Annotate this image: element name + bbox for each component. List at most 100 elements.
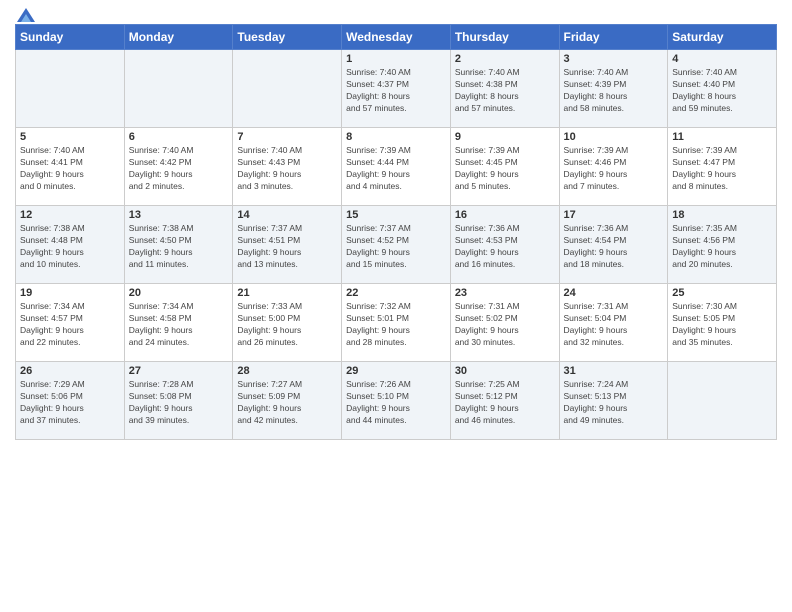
calendar-cell: 3 Sunrise: 7:40 AM Sunset: 4:39 PM Daylig… — [559, 50, 668, 128]
logo-icon — [17, 8, 35, 22]
day-info: Sunrise: 7:39 AM Sunset: 4:46 PM Dayligh… — [564, 145, 664, 193]
day-info: Sunrise: 7:30 AM Sunset: 5:05 PM Dayligh… — [672, 301, 772, 349]
day-info: Sunrise: 7:31 AM Sunset: 5:04 PM Dayligh… — [564, 301, 664, 349]
calendar-header-monday: Monday — [124, 25, 233, 50]
header — [15, 10, 777, 18]
day-info: Sunrise: 7:28 AM Sunset: 5:08 PM Dayligh… — [129, 379, 229, 427]
calendar-header-row: SundayMondayTuesdayWednesdayThursdayFrid… — [16, 25, 777, 50]
day-number: 5 — [20, 131, 120, 143]
calendar-cell: 21 Sunrise: 7:33 AM Sunset: 5:00 PM Dayli… — [233, 284, 342, 362]
day-info: Sunrise: 7:40 AM Sunset: 4:40 PM Dayligh… — [672, 67, 772, 115]
day-info: Sunrise: 7:25 AM Sunset: 5:12 PM Dayligh… — [455, 379, 555, 427]
day-number: 21 — [237, 287, 337, 299]
calendar-cell: 12 Sunrise: 7:38 AM Sunset: 4:48 PM Dayli… — [16, 206, 125, 284]
calendar-cell: 13 Sunrise: 7:38 AM Sunset: 4:50 PM Dayli… — [124, 206, 233, 284]
day-number: 16 — [455, 209, 555, 221]
day-number: 20 — [129, 287, 229, 299]
day-info: Sunrise: 7:40 AM Sunset: 4:41 PM Dayligh… — [20, 145, 120, 193]
day-info: Sunrise: 7:34 AM Sunset: 4:58 PM Dayligh… — [129, 301, 229, 349]
day-info: Sunrise: 7:39 AM Sunset: 4:47 PM Dayligh… — [672, 145, 772, 193]
calendar-cell: 28 Sunrise: 7:27 AM Sunset: 5:09 PM Dayli… — [233, 362, 342, 440]
day-number: 3 — [564, 53, 664, 65]
calendar-cell: 9 Sunrise: 7:39 AM Sunset: 4:45 PM Daylig… — [450, 128, 559, 206]
logo — [15, 10, 35, 18]
day-number: 2 — [455, 53, 555, 65]
day-number: 26 — [20, 365, 120, 377]
day-number: 30 — [455, 365, 555, 377]
calendar-week-5: 26 Sunrise: 7:29 AM Sunset: 5:06 PM Dayli… — [16, 362, 777, 440]
day-info: Sunrise: 7:37 AM Sunset: 4:52 PM Dayligh… — [346, 223, 446, 271]
calendar-cell: 23Sunrise: 7:31 AM Sunset: 5:02 PM Dayli… — [450, 284, 559, 362]
calendar-cell: 2Sunrise: 7:40 AM Sunset: 4:38 PM Daylig… — [450, 50, 559, 128]
day-number: 28 — [237, 365, 337, 377]
day-number: 1 — [346, 53, 446, 65]
day-number: 12 — [20, 209, 120, 221]
calendar-header-friday: Friday — [559, 25, 668, 50]
day-number: 11 — [672, 131, 772, 143]
calendar-week-3: 12 Sunrise: 7:38 AM Sunset: 4:48 PM Dayli… — [16, 206, 777, 284]
calendar-cell: 11 Sunrise: 7:39 AM Sunset: 4:47 PM Dayli… — [668, 128, 777, 206]
calendar-cell: 24 Sunrise: 7:31 AM Sunset: 5:04 PM Dayli… — [559, 284, 668, 362]
day-number: 23 — [455, 287, 555, 299]
calendar-cell: 4 Sunrise: 7:40 AM Sunset: 4:40 PM Daylig… — [668, 50, 777, 128]
day-info: Sunrise: 7:39 AM Sunset: 4:44 PM Dayligh… — [346, 145, 446, 193]
calendar-cell: 20 Sunrise: 7:34 AM Sunset: 4:58 PM Dayli… — [124, 284, 233, 362]
calendar-cell: 27 Sunrise: 7:28 AM Sunset: 5:08 PM Dayli… — [124, 362, 233, 440]
day-info: Sunrise: 7:36 AM Sunset: 4:53 PM Dayligh… — [455, 223, 555, 271]
calendar-cell: 19Sunrise: 7:34 AM Sunset: 4:57 PM Dayli… — [16, 284, 125, 362]
day-number: 27 — [129, 365, 229, 377]
day-info: Sunrise: 7:29 AM Sunset: 5:06 PM Dayligh… — [20, 379, 120, 427]
calendar-cell: 16 Sunrise: 7:36 AM Sunset: 4:53 PM Dayli… — [450, 206, 559, 284]
day-info: Sunrise: 7:24 AM Sunset: 5:13 PM Dayligh… — [564, 379, 664, 427]
day-info: Sunrise: 7:35 AM Sunset: 4:56 PM Dayligh… — [672, 223, 772, 271]
calendar-header-thursday: Thursday — [450, 25, 559, 50]
day-info: Sunrise: 7:40 AM Sunset: 4:43 PM Dayligh… — [237, 145, 337, 193]
day-info: Sunrise: 7:40 AM Sunset: 4:39 PM Dayligh… — [564, 67, 664, 115]
day-number: 8 — [346, 131, 446, 143]
calendar-week-2: 5 Sunrise: 7:40 AM Sunset: 4:41 PM Daylig… — [16, 128, 777, 206]
day-info: Sunrise: 7:33 AM Sunset: 5:00 PM Dayligh… — [237, 301, 337, 349]
day-info: Sunrise: 7:40 AM Sunset: 4:37 PM Dayligh… — [346, 67, 446, 115]
day-info: Sunrise: 7:34 AM Sunset: 4:57 PM Dayligh… — [20, 301, 120, 349]
day-number: 15 — [346, 209, 446, 221]
day-info: Sunrise: 7:37 AM Sunset: 4:51 PM Dayligh… — [237, 223, 337, 271]
day-info: Sunrise: 7:36 AM Sunset: 4:54 PM Dayligh… — [564, 223, 664, 271]
day-number: 17 — [564, 209, 664, 221]
day-number: 10 — [564, 131, 664, 143]
day-info: Sunrise: 7:32 AM Sunset: 5:01 PM Dayligh… — [346, 301, 446, 349]
day-info: Sunrise: 7:38 AM Sunset: 4:50 PM Dayligh… — [129, 223, 229, 271]
day-number: 31 — [564, 365, 664, 377]
calendar-cell: 17 Sunrise: 7:36 AM Sunset: 4:54 PM Dayli… — [559, 206, 668, 284]
day-info: Sunrise: 7:38 AM Sunset: 4:48 PM Dayligh… — [20, 223, 120, 271]
calendar-header-tuesday: Tuesday — [233, 25, 342, 50]
calendar-cell: 26 Sunrise: 7:29 AM Sunset: 5:06 PM Dayli… — [16, 362, 125, 440]
calendar-cell — [233, 50, 342, 128]
calendar-cell: 30 Sunrise: 7:25 AM Sunset: 5:12 PM Dayli… — [450, 362, 559, 440]
calendar-cell — [16, 50, 125, 128]
calendar-cell: 8 Sunrise: 7:39 AM Sunset: 4:44 PM Daylig… — [342, 128, 451, 206]
calendar-cell: 25 Sunrise: 7:30 AM Sunset: 5:05 PM Dayli… — [668, 284, 777, 362]
calendar-cell: 1 Sunrise: 7:40 AM Sunset: 4:37 PM Daylig… — [342, 50, 451, 128]
calendar-week-4: 19Sunrise: 7:34 AM Sunset: 4:57 PM Dayli… — [16, 284, 777, 362]
calendar-cell: 10 Sunrise: 7:39 AM Sunset: 4:46 PM Dayli… — [559, 128, 668, 206]
day-number: 14 — [237, 209, 337, 221]
day-info: Sunrise: 7:27 AM Sunset: 5:09 PM Dayligh… — [237, 379, 337, 427]
day-number: 6 — [129, 131, 229, 143]
day-number: 29 — [346, 365, 446, 377]
calendar-cell: 6 Sunrise: 7:40 AM Sunset: 4:42 PM Daylig… — [124, 128, 233, 206]
calendar-header-saturday: Saturday — [668, 25, 777, 50]
calendar-cell — [668, 362, 777, 440]
day-info: Sunrise: 7:40 AM Sunset: 4:42 PM Dayligh… — [129, 145, 229, 193]
day-number: 7 — [237, 131, 337, 143]
calendar-cell: 22 Sunrise: 7:32 AM Sunset: 5:01 PM Dayli… — [342, 284, 451, 362]
calendar-cell: 31 Sunrise: 7:24 AM Sunset: 5:13 PM Dayli… — [559, 362, 668, 440]
day-info: Sunrise: 7:39 AM Sunset: 4:45 PM Dayligh… — [455, 145, 555, 193]
day-number: 22 — [346, 287, 446, 299]
day-number: 4 — [672, 53, 772, 65]
day-info: Sunrise: 7:26 AM Sunset: 5:10 PM Dayligh… — [346, 379, 446, 427]
day-number: 13 — [129, 209, 229, 221]
day-number: 9 — [455, 131, 555, 143]
day-number: 24 — [564, 287, 664, 299]
day-number: 25 — [672, 287, 772, 299]
calendar-cell: 29 Sunrise: 7:26 AM Sunset: 5:10 PM Dayli… — [342, 362, 451, 440]
